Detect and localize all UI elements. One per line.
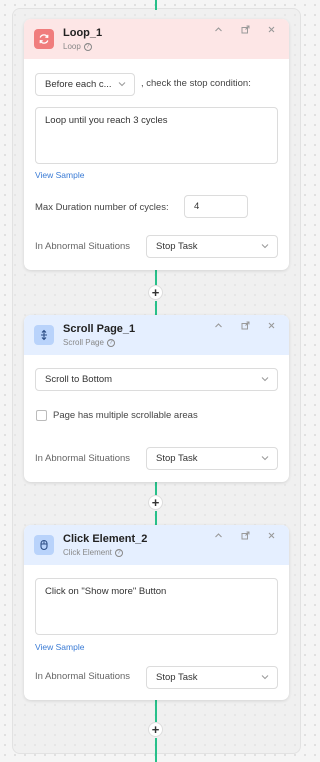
instruction-textarea[interactable]: Click on "Show more" Button <box>35 578 278 635</box>
card-title: Loop_1 <box>63 27 103 39</box>
connector-line <box>155 482 157 496</box>
refresh-icon <box>34 29 54 49</box>
card-subtitle: Scroll Page? <box>63 338 115 347</box>
loop-mode-value: Before each c... <box>45 79 112 90</box>
abnormal-value: Stop Task <box>156 453 198 464</box>
condition-text: Loop until you reach 3 cycles <box>45 115 168 126</box>
abnormal-label: In Abnormal Situations <box>35 241 131 252</box>
subtitle-text: Loop <box>63 42 81 51</box>
max-cycles-value: 4 <box>194 201 200 212</box>
card-header: Loop_1 Loop? <box>24 19 289 59</box>
close-icon[interactable] <box>267 531 276 542</box>
max-cycles-label: Max Duration number of cycles: <box>35 202 169 213</box>
add-step-button[interactable]: + <box>148 722 163 737</box>
add-step-button[interactable]: + <box>148 495 163 510</box>
loop-mode-select[interactable]: Before each c... <box>35 73 135 96</box>
connector-line <box>155 700 157 722</box>
connector-line <box>155 738 157 762</box>
connector-line <box>155 0 157 10</box>
loop-step-card[interactable]: Loop_1 Loop? Before each c... , check th… <box>24 19 289 270</box>
close-icon[interactable] <box>267 321 276 332</box>
click-step-card[interactable]: Click Element_2 Click Element? Click on … <box>24 525 289 700</box>
connector-line <box>155 270 157 286</box>
abnormal-label: In Abnormal Situations <box>35 671 131 682</box>
chevron-down-icon <box>261 675 269 680</box>
detach-icon[interactable] <box>241 321 250 332</box>
add-step-button[interactable]: + <box>148 285 163 300</box>
view-sample-link[interactable]: View Sample <box>35 642 84 652</box>
chevron-down-icon <box>261 377 269 382</box>
plus-icon: + <box>151 495 160 510</box>
detach-icon[interactable] <box>241 531 250 542</box>
abnormal-select[interactable]: Stop Task <box>146 447 278 470</box>
card-header: Click Element_2 Click Element? <box>24 525 289 565</box>
scroll-icon <box>34 325 54 345</box>
collapse-icon[interactable] <box>214 25 223 36</box>
multiple-scroll-areas-checkbox[interactable] <box>36 410 47 421</box>
abnormal-value: Stop Task <box>156 672 198 683</box>
close-icon[interactable] <box>267 25 276 36</box>
detach-icon[interactable] <box>241 25 250 36</box>
help-icon[interactable]: ? <box>83 42 92 51</box>
help-icon[interactable]: ? <box>114 548 123 557</box>
instruction-text: Click on "Show more" Button <box>45 586 167 597</box>
chevron-down-icon <box>261 456 269 461</box>
stop-condition-label: , check the stop condition: <box>141 78 251 89</box>
abnormal-value: Stop Task <box>156 241 198 252</box>
subtitle-text: Click Element <box>63 548 112 557</box>
abnormal-label: In Abnormal Situations <box>35 453 131 464</box>
card-subtitle: Click Element? <box>63 548 123 557</box>
condition-textarea[interactable]: Loop until you reach 3 cycles <box>35 107 278 164</box>
connector-line <box>155 511 157 525</box>
collapse-icon[interactable] <box>214 321 223 332</box>
checkbox-label: Page has multiple scrollable areas <box>53 410 198 421</box>
scroll-mode-value: Scroll to Bottom <box>45 374 113 385</box>
scroll-mode-select[interactable]: Scroll to Bottom <box>35 368 278 391</box>
subtitle-text: Scroll Page <box>63 338 104 347</box>
scroll-step-card[interactable]: Scroll Page_1 Scroll Page? Scroll to Bot… <box>24 315 289 482</box>
collapse-icon[interactable] <box>214 531 223 542</box>
view-sample-link[interactable]: View Sample <box>35 170 84 180</box>
connector-line <box>155 301 157 315</box>
abnormal-select[interactable]: Stop Task <box>146 666 278 689</box>
chevron-down-icon <box>118 82 126 87</box>
plus-icon: + <box>151 722 160 737</box>
abnormal-select[interactable]: Stop Task <box>146 235 278 258</box>
plus-icon: + <box>151 285 160 300</box>
card-title: Click Element_2 <box>63 533 148 545</box>
mouse-icon <box>34 535 54 555</box>
help-icon[interactable]: ? <box>106 338 115 347</box>
chevron-down-icon <box>261 244 269 249</box>
max-cycles-input[interactable]: 4 <box>184 195 248 218</box>
card-subtitle: Loop? <box>63 42 92 51</box>
card-header: Scroll Page_1 Scroll Page? <box>24 315 289 355</box>
card-title: Scroll Page_1 <box>63 323 136 335</box>
